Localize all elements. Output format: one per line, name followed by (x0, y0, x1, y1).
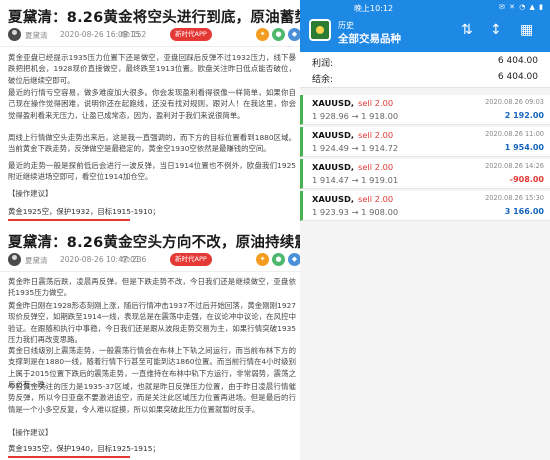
sort-arrows-icon[interactable]: ⇅ (461, 22, 473, 38)
status-time: 晚上10:12 (354, 4, 394, 13)
share-wechat-icon[interactable]: ● (272, 28, 285, 41)
eye-icon: 👁 (120, 30, 131, 39)
trade-datetime: 2020.08.26 14:26 (485, 162, 544, 170)
app-logo-icon[interactable] (309, 19, 331, 41)
share-weibo-icon[interactable]: ✦ (256, 253, 269, 266)
article-1-paragraph: 周线上行情做空头走势出来后，这是我一直强调的，而下方的目标位置看到1880区域。… (8, 133, 296, 154)
balance-label: 结余: (312, 75, 334, 85)
author-name[interactable]: 夏黛清 (25, 30, 48, 41)
trade-row[interactable]: XAUUSD, sell 2.00 2020.08.26 15:30 1 923… (300, 191, 550, 221)
trade-history-screen: 晚上10:12 ✉ ✕ ◔ ▲ ▮ 历史 全部交易品种 ⇅ ↕ ▦ 利润: 6 … (300, 0, 550, 460)
profit-value: 6 404.00 (497, 56, 538, 66)
page-title[interactable]: 全部交易品种 (338, 31, 401, 46)
article-1-title[interactable]: 夏黛清：8.26黄金将空头进行到底，原油蓄势待发！ (8, 6, 300, 27)
trade-profit: 1 954.00 (504, 143, 544, 152)
advice-underline (8, 219, 130, 221)
trade-symbol: XAUUSD, (312, 130, 355, 140)
trade-datetime: 2020.08.26 09:03 (485, 98, 544, 106)
trade-side: sell 2.00 (358, 162, 394, 172)
app-header: 晚上10:12 ✉ ✕ ◔ ▲ ▮ 历史 全部交易品种 ⇅ ↕ ▦ (300, 0, 550, 52)
advice-label: 【操作建议】 (8, 428, 53, 437)
balance-row: 结余: 6 404.00 (312, 70, 538, 86)
view-count: 152 (132, 30, 147, 39)
calendar-icon[interactable]: ▦ (520, 22, 533, 38)
advice-label: 【操作建议】 (8, 189, 53, 198)
trade-prices: 1 914.47 → 1 919.01 (312, 175, 399, 185)
article-1-paragraph: 最近的走势一般是探前低后会进行一波反弹，当日1914位置也不例外，欧盘我们192… (8, 161, 296, 182)
share-qq-icon[interactable]: ◆ (288, 28, 300, 41)
profit-row: 利润: 6 404.00 (312, 54, 538, 70)
eye-icon: 👁 (120, 255, 131, 264)
advice-underline (8, 456, 130, 458)
trade-prices: 1 924.49 → 1 914.72 (312, 143, 399, 153)
divider (0, 46, 300, 47)
trade-symbol: XAUUSD, (312, 98, 355, 108)
trade-symbol: XAUUSD, (312, 162, 355, 172)
trade-prices: 1 928.96 → 1 918.00 (312, 111, 399, 121)
trade-side: sell 2.00 (358, 98, 394, 108)
article-2-paragraph: 黄金昨日刚在1928形态刻刚上涨，随后行情冲击1937不过后开始回落，黄金刚刚1… (8, 301, 296, 345)
article-panel: 夏黛清：8.26黄金将空头进行到底，原油蓄势待发！ 夏黛清 2020-08-26… (0, 0, 300, 460)
share-wechat-icon[interactable]: ● (272, 253, 285, 266)
trade-advice: 黄金1935空，保护1940，目标1925-1915； (8, 444, 160, 453)
author-name[interactable]: 夏黛清 (25, 255, 48, 266)
balance-value: 6 404.00 (497, 72, 538, 82)
sort-icon[interactable]: ↕ (490, 22, 502, 38)
author-avatar (8, 253, 21, 266)
article-1-paragraph: 黄金亚盘已经提示1935压力位置下还是做空，亚盘回踩后反弹不过1932压力，线下… (8, 53, 296, 85)
trade-profit: 2 192.00 (504, 111, 544, 120)
share-weibo-icon[interactable]: ✦ (256, 28, 269, 41)
article-1-meta: 夏黛清 2020-08-26 16:08:15 👁 152 新时代APP ✦ ●… (8, 27, 300, 43)
article-2-title[interactable]: 夏黛清：8.26黄金空头方向不改，原油持续震荡！ (8, 231, 300, 252)
divider (0, 271, 300, 272)
profit-label: 利润: (312, 59, 334, 69)
history-label: 历史 (338, 21, 354, 30)
share-qq-icon[interactable]: ◆ (288, 253, 300, 266)
view-count: 236 (132, 255, 147, 264)
trade-row[interactable]: XAUUSD, sell 2.00 2020.08.26 11:00 1 924… (300, 127, 550, 157)
open-app-button[interactable]: 新时代APP (170, 28, 212, 41)
open-app-button[interactable]: 新时代APP (170, 253, 212, 266)
trade-advice: 黄金1925空，保护1932，目标1915-1910； (8, 207, 160, 216)
article-2-meta: 夏黛清 2020-08-26 10:47:01 👁 236 新时代APP ✦ ●… (8, 252, 300, 268)
trade-profit: -908.00 (509, 175, 544, 184)
trade-symbol: XAUUSD, (312, 194, 355, 204)
trade-side: sell 2.00 (358, 194, 394, 204)
status-icons: ✉ ✕ ◔ ▲ ▮ (499, 3, 544, 11)
trade-prices: 1 923.93 → 1 908.00 (312, 207, 399, 217)
trade-list: XAUUSD, sell 2.00 2020.08.26 09:03 1 928… (300, 95, 550, 223)
trade-side: sell 2.00 (358, 130, 394, 140)
article-2-paragraph: 今日黄金关注的压力是1935-37区域，也就是昨日反弹压力位置，由于昨日凌晨行情… (8, 382, 296, 414)
account-summary: 利润: 6 404.00 结余: 6 404.00 (300, 52, 550, 88)
trade-profit: 3 166.00 (504, 207, 544, 216)
trade-row[interactable]: XAUUSD, sell 2.00 2020.08.26 14:26 1 914… (300, 159, 550, 189)
article-1-paragraph: 最近的行情亏空容易，做多难度加大很多。你会发现盈利看得很像一样简单，如果你自己现… (8, 88, 296, 120)
trade-datetime: 2020.08.26 15:30 (485, 194, 544, 202)
trade-row[interactable]: XAUUSD, sell 2.00 2020.08.26 09:03 1 928… (300, 95, 550, 125)
author-avatar (8, 28, 21, 41)
trade-datetime: 2020.08.26 11:00 (485, 130, 544, 138)
article-2-paragraph: 黄金昨日震荡后跌，凌晨再反弹，但是下跌走势不改，今日我们还是继续做空，亚盘依托1… (8, 277, 296, 298)
